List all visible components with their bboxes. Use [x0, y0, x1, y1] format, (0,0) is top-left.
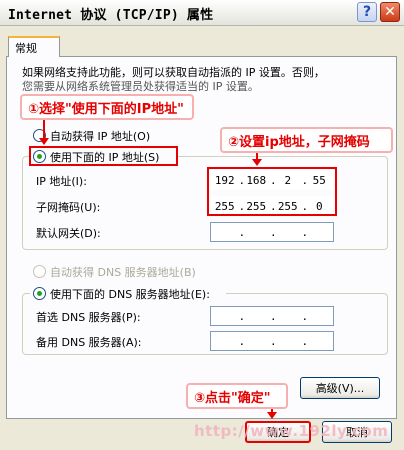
preferred-dns-input[interactable]: . . .	[210, 306, 334, 326]
close-icon: ✕	[384, 4, 396, 20]
preferred-dns-label: 首选 DNS 服务器(P):	[36, 311, 141, 324]
default-gateway-label: 默认网关(D):	[36, 227, 101, 240]
manual-dns-radio[interactable]	[33, 287, 46, 300]
step2-callout: ②设置ip地址，子网掩码	[220, 127, 393, 153]
advanced-button-label: 高级(V)...	[315, 382, 365, 395]
step3-arrow-head	[267, 412, 277, 419]
ip-address-label: IP 地址(I):	[36, 175, 87, 188]
step2-arrow-head	[252, 159, 262, 166]
auto-dns-label: 自动获得 DNS 服务器地址(B)	[50, 266, 196, 279]
step1-text: ①选择"使用下面的IP地址"	[28, 101, 184, 117]
alternate-dns-label: 备用 DNS 服务器(A):	[36, 336, 142, 349]
close-button[interactable]: ✕	[380, 2, 400, 22]
alternate-dns-input[interactable]: . . .	[210, 331, 334, 351]
title-bar: Internet 协议 (TCP/IP) 属性 ? ✕	[0, 0, 404, 26]
auto-ip-label[interactable]: 自动获得 IP 地址(O)	[50, 128, 150, 144]
step1-arrow-head	[39, 138, 49, 145]
step3-text: ③点击"确定"	[194, 390, 271, 406]
manual-dns-label[interactable]: 使用下面的 DNS 服务器地址(E):	[50, 286, 210, 302]
step3-callout: ③点击"确定"	[186, 383, 288, 409]
auto-dns-radio	[33, 265, 46, 278]
tab-label: 常规	[15, 42, 37, 55]
help-button[interactable]: ?	[357, 2, 377, 22]
ip-mask-highlight	[207, 167, 337, 216]
description-line-1: 如果网络支持此功能，则可以获取自动指派的 IP 设置。否则，	[22, 66, 325, 79]
step1-callout: ①选择"使用下面的IP地址"	[20, 94, 194, 120]
default-gateway-input[interactable]: . . .	[210, 222, 334, 242]
advanced-button[interactable]: 高级(V)...	[300, 377, 380, 399]
description-line-2: 您需要从网络系统管理员处获得适当的 IP 设置。	[22, 80, 259, 93]
subnet-mask-label: 子网掩码(U):	[36, 201, 101, 214]
step1-arrow-shaft	[43, 120, 45, 140]
manual-ip-highlight	[29, 146, 178, 166]
watermark: http://www.192ly.com	[194, 422, 389, 440]
step2-text: ②设置ip地址，子网掩码	[228, 134, 370, 150]
tab-general[interactable]: 常规	[8, 36, 60, 57]
help-icon: ?	[362, 4, 372, 20]
window-title: Internet 协议 (TCP/IP) 属性	[8, 8, 214, 23]
